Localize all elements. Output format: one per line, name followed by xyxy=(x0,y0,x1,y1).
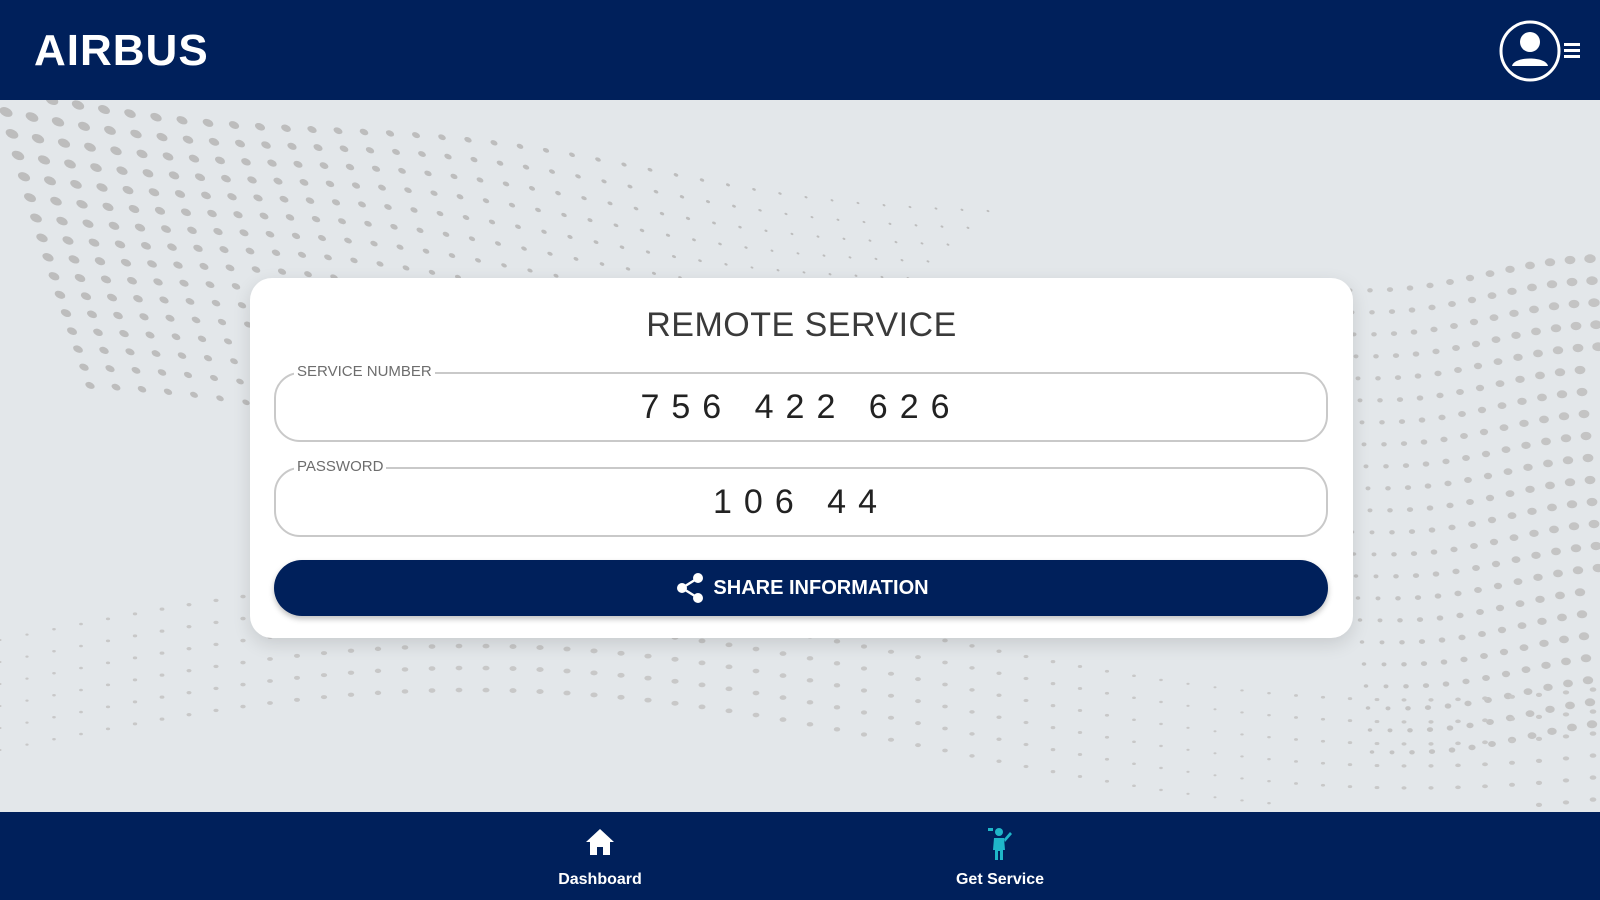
nav-label-dashboard: Dashboard xyxy=(558,871,642,888)
nav-item-get-service[interactable]: Get Service xyxy=(930,826,1070,892)
remote-service-card: REMOTE SERVICE SERVICE NUMBER 756 422 62… xyxy=(250,278,1353,638)
share-button-label: SHARE INFORMATION xyxy=(713,577,929,599)
hamburger-menu-icon xyxy=(1564,43,1580,58)
nav-item-dashboard[interactable]: Dashboard xyxy=(530,826,670,892)
airbus-logo: AIRBUS xyxy=(34,26,209,75)
service-number-value: 756 422 626 xyxy=(640,387,962,426)
nav-label-get-service: Get Service xyxy=(955,871,1045,888)
service-number-field[interactable]: SERVICE NUMBER 756 422 626 xyxy=(274,362,1328,442)
user-menu-button[interactable] xyxy=(1498,18,1590,84)
service-person-icon xyxy=(988,828,1012,860)
card-title: REMOTE SERVICE xyxy=(646,306,957,344)
share-information-button[interactable]: SHARE INFORMATION xyxy=(274,560,1328,616)
top-app-bar: AIRBUS xyxy=(0,0,1600,100)
share-icon xyxy=(677,573,704,603)
bottom-nav-bar: Dashboard Get Service xyxy=(0,812,1600,900)
password-value: 106 44 xyxy=(713,482,889,521)
password-field[interactable]: PASSWORD 106 44 xyxy=(274,457,1328,537)
home-icon xyxy=(586,829,614,855)
